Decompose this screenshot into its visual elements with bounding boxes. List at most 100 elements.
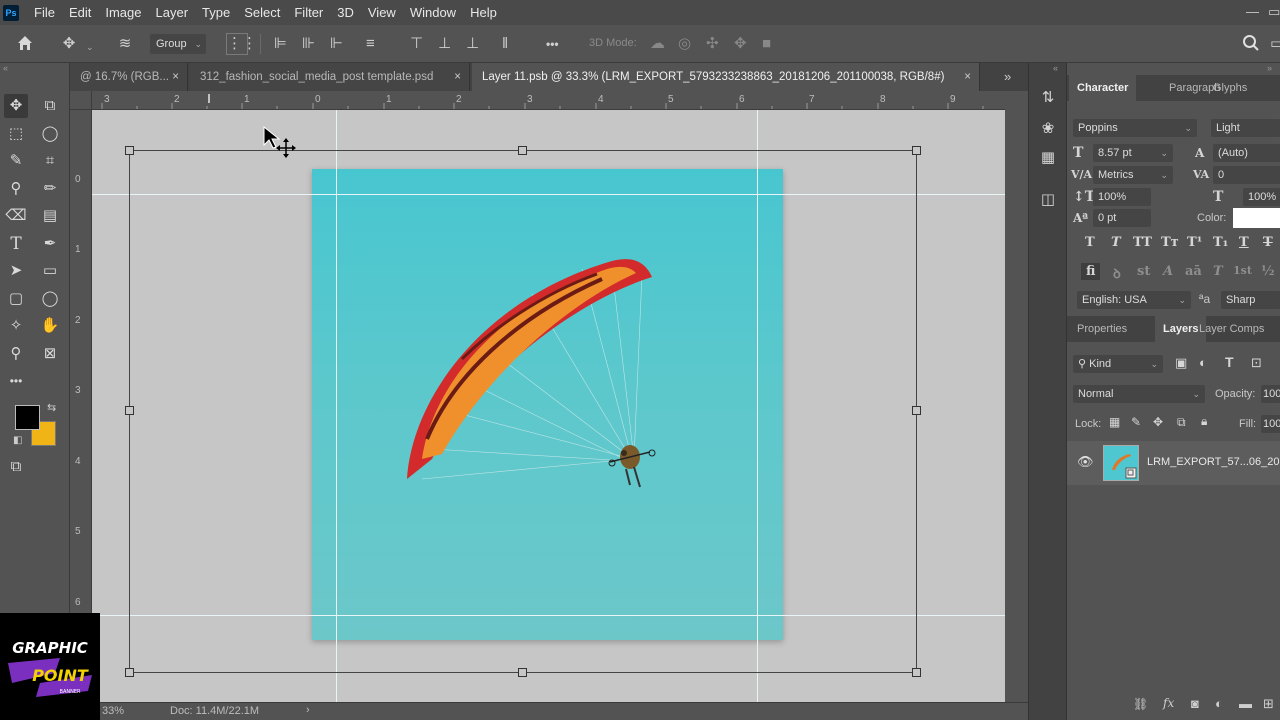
swap-colors-icon[interactable]: ⇆ bbox=[47, 401, 56, 414]
tracking-field[interactable]: 0 bbox=[1213, 166, 1280, 184]
align-left-icon[interactable]: ⊫ bbox=[274, 34, 287, 54]
strikethrough-button[interactable]: T bbox=[1263, 235, 1273, 250]
tab-document-active[interactable]: Layer 11.psb @ 33.3% (LRM_EXPORT_5793233… bbox=[472, 63, 980, 91]
ellipse-tool-icon[interactable]: ◯ bbox=[38, 287, 62, 311]
new-layer-icon[interactable]: ⊞ bbox=[1263, 696, 1274, 712]
marquee-tool-icon[interactable]: ⬚ bbox=[4, 122, 28, 146]
brush-tool-icon[interactable]: ✏ bbox=[38, 177, 62, 201]
menu-window[interactable]: Window bbox=[403, 5, 463, 20]
tab-properties[interactable]: Properties bbox=[1069, 316, 1135, 342]
transform-controls-icon[interactable]: ⋮⋮ bbox=[226, 33, 257, 55]
distribute-icon[interactable]: ≡ bbox=[366, 34, 375, 54]
eraser-tool-icon[interactable]: ⌫ bbox=[4, 204, 28, 228]
font-style-select[interactable]: Light bbox=[1211, 119, 1280, 137]
superscript-button[interactable]: T¹ bbox=[1187, 235, 1202, 250]
menu-select[interactable]: Select bbox=[237, 5, 287, 20]
move-tool-icon[interactable]: ✥ bbox=[58, 34, 80, 54]
underline-button[interactable]: T bbox=[1239, 235, 1249, 250]
3d-drag-icon[interactable]: ✣ bbox=[706, 34, 719, 54]
edit-toolbar-icon[interactable]: ••• bbox=[4, 369, 28, 393]
minimize-button[interactable]: — bbox=[1246, 4, 1259, 19]
transform-handle[interactable] bbox=[125, 406, 134, 415]
filter-pixel-icon[interactable]: ▣ bbox=[1175, 355, 1187, 371]
align-middle-icon[interactable]: ⊥ bbox=[438, 34, 451, 54]
rounded-rectangle-tool-icon[interactable]: ▢ bbox=[4, 287, 28, 311]
custom-shape-tool-icon[interactable]: ✧ bbox=[4, 314, 28, 338]
lock-all-icon[interactable]: 🔒︎ bbox=[1201, 414, 1207, 429]
move-tool-icon[interactable]: ✥ bbox=[4, 94, 28, 118]
tab-glyphs[interactable]: Glyphs bbox=[1205, 75, 1255, 101]
menu-view[interactable]: View bbox=[361, 5, 403, 20]
hand-tool-icon[interactable]: ✋ bbox=[38, 314, 62, 338]
layer-thumbnail[interactable] bbox=[1103, 445, 1139, 481]
subscript-button[interactable]: T₁ bbox=[1213, 235, 1228, 250]
close-icon[interactable]: × bbox=[172, 63, 179, 91]
transform-bounding-box[interactable] bbox=[129, 150, 917, 673]
artboard-tool-icon[interactable]: ⧉ bbox=[38, 94, 62, 118]
close-icon[interactable]: × bbox=[454, 63, 461, 91]
add-mask-icon[interactable]: ◙ bbox=[1191, 696, 1199, 711]
faux-bold-button[interactable]: T bbox=[1085, 235, 1095, 250]
leading-field[interactable]: (Auto) bbox=[1213, 144, 1280, 162]
ligatures-button[interactable]: ﬁ bbox=[1081, 263, 1101, 280]
pen-tool-icon[interactable]: ✒ bbox=[38, 232, 62, 256]
menu-help[interactable]: Help bbox=[463, 5, 504, 20]
link-layers-icon[interactable]: ⛓ bbox=[1133, 697, 1148, 711]
anti-alias-select[interactable]: Sharp bbox=[1221, 291, 1280, 309]
menu-3d[interactable]: 3D bbox=[330, 5, 361, 20]
align-center-icon[interactable]: ⊪ bbox=[302, 34, 315, 54]
auto-select-layers-icon[interactable]: ≋ bbox=[114, 34, 136, 54]
baseline-shift-field[interactable]: 0 pt bbox=[1093, 209, 1151, 227]
tab-document-2[interactable]: 312_fashion_social_media_post template.p… bbox=[190, 63, 470, 91]
workspace-icon[interactable]: ▭ bbox=[1270, 34, 1280, 54]
font-family-select[interactable]: Poppins ⌄ bbox=[1073, 119, 1197, 137]
home-icon[interactable] bbox=[14, 34, 36, 58]
3d-orbit-icon[interactable]: ☁ bbox=[650, 34, 665, 54]
transform-handle[interactable] bbox=[518, 146, 527, 155]
transform-handle[interactable] bbox=[125, 146, 134, 155]
default-colors-icon[interactable]: ◧ bbox=[13, 435, 22, 446]
align-right-icon[interactable]: ⊩ bbox=[330, 34, 343, 54]
path-selection-tool-icon[interactable]: ➤ bbox=[4, 259, 28, 283]
type-tool-icon[interactable]: T bbox=[4, 232, 28, 256]
zoom-level[interactable]: 33% bbox=[102, 705, 124, 717]
transform-handle[interactable] bbox=[912, 668, 921, 677]
transform-handle[interactable] bbox=[912, 406, 921, 415]
layer-filter-kind-select[interactable]: ⚲ Kind ⌄ bbox=[1073, 355, 1163, 373]
3d-roll-icon[interactable]: ◎ bbox=[678, 34, 691, 54]
history-icon[interactable]: ⇅ bbox=[1036, 86, 1060, 110]
close-icon[interactable]: × bbox=[964, 63, 971, 91]
lasso-tool-icon[interactable]: ◯ bbox=[38, 122, 62, 146]
eye-icon[interactable]: 👁︎ bbox=[1077, 454, 1094, 470]
maximize-button[interactable]: ▭ bbox=[1268, 4, 1280, 20]
ordinals-button[interactable]: 1st bbox=[1233, 264, 1252, 277]
gradient-tool-icon[interactable]: ▤ bbox=[38, 204, 62, 228]
horizontal-scale-field[interactable]: 100% bbox=[1243, 188, 1280, 206]
eyedropper-tool-icon[interactable]: ⚲ bbox=[4, 177, 28, 201]
tab-layer-comps[interactable]: Layer Comps bbox=[1191, 316, 1272, 342]
menu-edit[interactable]: Edit bbox=[62, 5, 98, 20]
lock-position-icon[interactable]: ✥ bbox=[1153, 415, 1163, 429]
3d-slide-icon[interactable]: ✥ bbox=[734, 34, 747, 54]
transform-handle[interactable] bbox=[912, 146, 921, 155]
menu-image[interactable]: Image bbox=[98, 5, 148, 20]
status-menu-arrow[interactable]: › bbox=[306, 704, 310, 716]
rectangle-tool-icon[interactable]: ▭ bbox=[38, 259, 62, 283]
libraries-icon[interactable]: ◫ bbox=[1036, 188, 1060, 212]
photoshop-logo[interactable]: Ps bbox=[3, 4, 19, 21]
filter-type-icon[interactable]: T bbox=[1225, 354, 1234, 370]
new-group-icon[interactable]: ▬ bbox=[1239, 696, 1252, 711]
canvas-pasteboard[interactable] bbox=[92, 110, 1005, 702]
swatches-icon[interactable]: ▦ bbox=[1036, 146, 1060, 170]
filter-shape-icon[interactable]: ⊡ bbox=[1251, 355, 1262, 371]
lock-artboard-icon[interactable]: ⧉ bbox=[1177, 415, 1186, 430]
menu-layer[interactable]: Layer bbox=[149, 5, 196, 20]
vertical-scale-field[interactable]: 100% bbox=[1093, 188, 1151, 206]
tab-document-1[interactable]: @ 16.7% (RGB... × bbox=[70, 63, 188, 91]
search-icon[interactable] bbox=[1242, 34, 1260, 58]
distribute-vertical-icon[interactable]: ‖ bbox=[502, 34, 508, 54]
adjustment-layer-icon[interactable]: ◐ bbox=[1215, 696, 1223, 711]
contextual-alternates-button[interactable]: st bbox=[1137, 264, 1150, 279]
lock-transparent-icon[interactable]: ▦ bbox=[1109, 415, 1120, 429]
text-color-swatch[interactable] bbox=[1233, 208, 1280, 228]
